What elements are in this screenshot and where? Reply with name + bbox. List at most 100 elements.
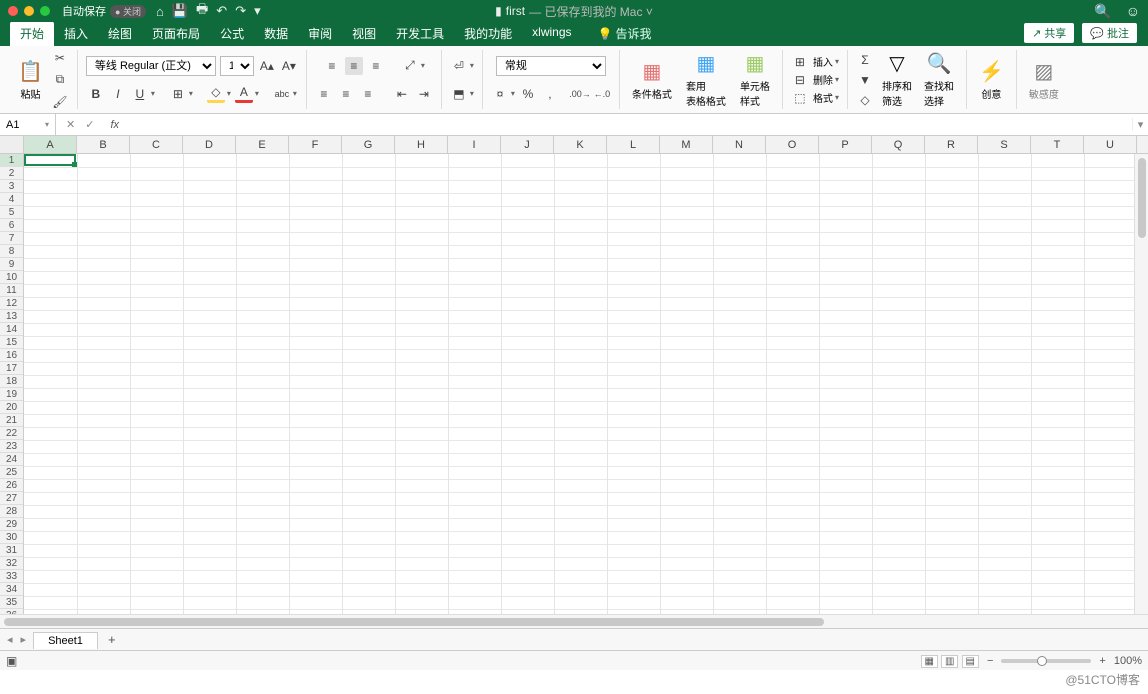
align-left-icon[interactable]: ≡ [315, 85, 333, 103]
column-header[interactable]: F [289, 136, 342, 153]
row-header[interactable]: 35 [0, 596, 23, 609]
column-header[interactable]: D [183, 136, 236, 153]
align-top-icon[interactable]: ≡ [323, 57, 341, 75]
row-header[interactable]: 10 [0, 271, 23, 284]
row-header[interactable]: 12 [0, 297, 23, 310]
ribbon-tab-开发工具[interactable]: 开发工具 [386, 21, 454, 46]
column-header[interactable]: T [1031, 136, 1084, 153]
row-header[interactable]: 5 [0, 206, 23, 219]
ribbon-tab-公式[interactable]: 公式 [210, 21, 254, 46]
sensitivity-button[interactable]: ▨敏感度 [1025, 59, 1063, 101]
row-header[interactable]: 29 [0, 518, 23, 531]
column-header[interactable]: R [925, 136, 978, 153]
document-title[interactable]: ▮ first — 已保存到我的 Mac ˅ [495, 3, 653, 20]
column-header[interactable]: I [448, 136, 501, 153]
increase-indent-icon[interactable]: ⇥ [415, 85, 433, 103]
format-cells-icon[interactable]: ⬚ [791, 89, 809, 107]
row-header[interactable]: 17 [0, 362, 23, 375]
row-header[interactable]: 27 [0, 492, 23, 505]
ribbon-tab-页面布局[interactable]: 页面布局 [142, 21, 210, 46]
merge-cells-icon[interactable]: ⬒ [450, 85, 468, 103]
row-header[interactable]: 11 [0, 284, 23, 297]
row-header[interactable]: 16 [0, 349, 23, 362]
row-header[interactable]: 18 [0, 375, 23, 388]
row-header[interactable]: 8 [0, 245, 23, 258]
sheet-prev-icon[interactable]: ◂ [4, 633, 16, 646]
increase-font-icon[interactable]: A▴ [258, 57, 276, 75]
row-header[interactable]: 3 [0, 180, 23, 193]
zoom-in-button[interactable]: + [1099, 655, 1105, 667]
column-header[interactable]: L [607, 136, 660, 153]
cell-styles-button[interactable]: ▦单元格 样式 [736, 51, 774, 108]
comments-button[interactable]: 💬批注 [1081, 22, 1138, 44]
row-header[interactable]: 20 [0, 401, 23, 414]
row-header[interactable]: 4 [0, 193, 23, 206]
account-icon[interactable]: ☺ [1126, 3, 1140, 20]
qat-dropdown-icon[interactable]: ▾ [254, 3, 261, 19]
add-sheet-button[interactable]: + [102, 632, 122, 647]
cells-area[interactable] [24, 154, 1148, 614]
comma-icon[interactable]: , [541, 85, 559, 103]
column-header[interactable]: J [501, 136, 554, 153]
ribbon-tab-开始[interactable]: 开始 [10, 21, 54, 46]
row-header[interactable]: 33 [0, 570, 23, 583]
column-header[interactable]: E [236, 136, 289, 153]
search-icon[interactable]: 🔍 [1094, 3, 1111, 20]
borders-button[interactable]: ⊞ [169, 85, 187, 103]
row-header[interactable]: 31 [0, 544, 23, 557]
vertical-scrollbar[interactable] [1134, 154, 1148, 614]
maximize-window-button[interactable] [40, 6, 50, 16]
column-header[interactable]: S [978, 136, 1031, 153]
row-header[interactable]: 25 [0, 466, 23, 479]
row-header[interactable]: 2 [0, 167, 23, 180]
insert-cells-icon[interactable]: ⊞ [791, 53, 809, 71]
copy-icon[interactable]: ⧉ [51, 71, 69, 89]
row-header[interactable]: 7 [0, 232, 23, 245]
column-header[interactable]: A [24, 136, 77, 153]
row-header[interactable]: 24 [0, 453, 23, 466]
record-macro-icon[interactable]: ▣ [6, 654, 17, 668]
home-icon[interactable]: ⌂ [156, 4, 164, 19]
row-header[interactable]: 6 [0, 219, 23, 232]
fx-icon[interactable]: fx [104, 119, 125, 131]
percent-icon[interactable]: % [519, 85, 537, 103]
column-header[interactable]: K [554, 136, 607, 153]
underline-button[interactable]: U [131, 85, 149, 103]
column-header[interactable]: C [130, 136, 183, 153]
row-header[interactable]: 36 [0, 609, 23, 614]
column-header[interactable]: M [660, 136, 713, 153]
conditional-formatting-button[interactable]: ▦条件格式 [628, 59, 676, 101]
zoom-slider[interactable] [1001, 659, 1091, 663]
format-painter-icon[interactable]: 🖌 [51, 93, 69, 111]
row-header[interactable]: 21 [0, 414, 23, 427]
sort-filter-button[interactable]: ▽排序和 筛选 [878, 51, 916, 108]
ribbon-tab-视图[interactable]: 视图 [342, 21, 386, 46]
column-header[interactable]: H [395, 136, 448, 153]
ribbon-tab-绘图[interactable]: 绘图 [98, 21, 142, 46]
orientation-icon[interactable]: ⤢ [401, 57, 419, 75]
align-right-icon[interactable]: ≡ [359, 85, 377, 103]
formula-bar-expand-icon[interactable]: ▾ [1132, 118, 1148, 131]
print-icon[interactable]: 🖶 [196, 0, 208, 22]
row-header[interactable]: 22 [0, 427, 23, 440]
ribbon-tab-我的功能[interactable]: 我的功能 [454, 21, 522, 46]
ribbon-tab-xlwings[interactable]: xlwings [522, 21, 581, 46]
row-header[interactable]: 19 [0, 388, 23, 401]
name-box[interactable]: A1▾ [0, 114, 56, 135]
row-header[interactable]: 14 [0, 323, 23, 336]
row-header[interactable]: 15 [0, 336, 23, 349]
ribbon-tab-审阅[interactable]: 审阅 [298, 21, 342, 46]
cancel-formula-icon[interactable]: ✕ [66, 118, 75, 131]
currency-icon[interactable]: ¤ [491, 85, 509, 103]
ribbon-tab-数据[interactable]: 数据 [254, 21, 298, 46]
wrap-text-icon[interactable]: ⏎ [450, 57, 468, 75]
number-format-select[interactable]: 常规 [496, 56, 606, 76]
redo-icon[interactable]: ↷ [235, 3, 246, 19]
increase-decimal-icon[interactable]: .00→ [571, 85, 589, 103]
row-header[interactable]: 23 [0, 440, 23, 453]
formula-input[interactable] [125, 119, 1132, 131]
row-header[interactable]: 1 [0, 154, 23, 167]
save-icon[interactable]: 💾 [172, 3, 188, 19]
page-layout-view-icon[interactable]: ▥ [941, 655, 958, 668]
font-size-select[interactable]: 12 [220, 56, 254, 76]
